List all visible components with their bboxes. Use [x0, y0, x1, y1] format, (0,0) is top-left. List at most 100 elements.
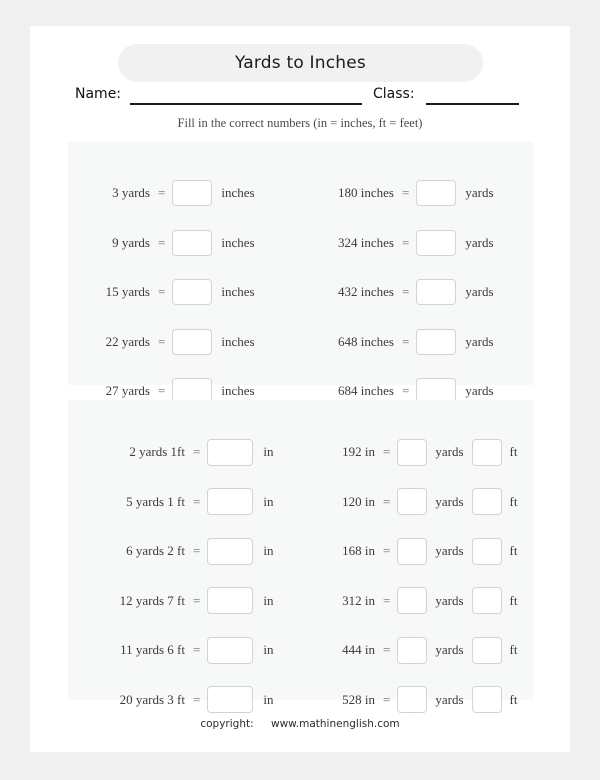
equals-sign: =: [158, 185, 166, 200]
table-row: 12 yards 7 ft = in 312 in = yards ft: [68, 587, 533, 614]
exercise-item: 648 inches = yards: [296, 328, 533, 355]
class-label: Class:: [373, 86, 415, 102]
table-row: 2 yards 1ft = in 192 in = yards ft: [68, 438, 533, 466]
exercise-item: 444 in = yards ft: [303, 636, 533, 664]
answer-box-feet[interactable]: [471, 686, 502, 713]
equals-sign: =: [158, 383, 166, 398]
unit-label-yards: yards: [435, 493, 464, 509]
table-row: 15 yards = inches 432 inches = yards: [68, 279, 533, 305]
exercise-item: 168 in = yards ft: [303, 537, 533, 565]
unit-label-feet: ft: [509, 642, 518, 657]
unit-label: yards: [465, 234, 494, 250]
answer-box[interactable]: [207, 636, 254, 664]
answer-box-feet[interactable]: [471, 587, 502, 614]
answer-box-feet[interactable]: [471, 636, 502, 664]
table-row: 20 yards 3 ft = in 528 in = yards ft: [68, 686, 533, 713]
answer-box-yards[interactable]: [397, 587, 428, 614]
exercise-item: 12 yards 7 ft = in: [68, 587, 303, 614]
exercise-prompt: 22 yards: [105, 333, 150, 349]
answer-box[interactable]: [207, 537, 254, 565]
class-input-line[interactable]: [426, 103, 519, 105]
worksheet-title-banner: Yards to Inches: [118, 44, 483, 82]
page-title: Yards to Inches: [235, 53, 366, 73]
exercise-item: 312 in = yards ft: [303, 587, 533, 614]
unit-label-yards: yards: [435, 691, 464, 707]
answer-box[interactable]: [172, 279, 213, 305]
answer-box-yards[interactable]: [397, 438, 428, 466]
answer-box[interactable]: [172, 328, 213, 355]
answer-box-feet[interactable]: [471, 488, 502, 515]
answer-box[interactable]: [416, 229, 457, 256]
unit-label-yards: yards: [435, 444, 464, 459]
unit-label: yards: [465, 333, 494, 349]
exercise-prompt: 192 in: [342, 444, 375, 459]
student-info-row: Name: Class:: [30, 84, 570, 110]
exercise-item: 528 in = yards ft: [303, 686, 533, 713]
answer-box[interactable]: [172, 229, 213, 256]
equals-sign: =: [193, 543, 201, 558]
unit-label: in: [263, 543, 274, 558]
equals-sign: =: [402, 333, 410, 349]
equals-sign: =: [383, 444, 391, 459]
footer: copyright: www.mathinenglish.com: [30, 718, 570, 730]
exercise-item: 3 yards = inches: [72, 180, 300, 206]
exercise-item: 432 inches = yards: [296, 279, 533, 305]
equals-sign: =: [158, 234, 166, 250]
table-row: 5 yards 1 ft = in 120 in = yards ft: [68, 488, 533, 515]
unit-label: yards: [465, 284, 494, 299]
exercise-item: 20 yards 3 ft = in: [68, 686, 303, 713]
exercise-item: 192 in = yards ft: [303, 438, 533, 466]
exercise-item: 15 yards = inches: [72, 279, 300, 305]
exercise-prompt: 15 yards: [105, 284, 150, 299]
answer-box-yards[interactable]: [397, 537, 428, 565]
equals-sign: =: [402, 185, 410, 200]
equals-sign: =: [383, 642, 391, 657]
equals-sign: =: [193, 444, 201, 459]
unit-label-feet: ft: [509, 691, 518, 707]
name-label: Name:: [75, 86, 122, 102]
exercise-item: 120 in = yards ft: [303, 488, 533, 515]
exercise-section-2: 2 yards 1ft = in 192 in = yards ft 5 yards 1 ft…: [68, 400, 533, 713]
copyright-label: copyright:: [200, 718, 254, 730]
exercise-prompt: 5 yards 1 ft: [126, 493, 185, 509]
unit-label: in: [263, 691, 274, 707]
exercise-prompt: 27 yards: [105, 383, 150, 398]
answer-box-feet[interactable]: [471, 438, 502, 466]
exercise-item: 2 yards 1ft = in: [68, 438, 303, 466]
unit-label: inches: [221, 284, 255, 299]
exercise-prompt: 20 yards 3 ft: [119, 691, 185, 707]
unit-label: in: [263, 642, 274, 657]
exercise-prompt: 324 inches: [338, 234, 394, 250]
answer-box[interactable]: [207, 587, 254, 614]
equals-sign: =: [158, 333, 166, 349]
equals-sign: =: [383, 691, 391, 707]
answer-box[interactable]: [416, 180, 457, 206]
unit-label-yards: yards: [435, 543, 464, 558]
unit-label-yards: yards: [435, 592, 464, 608]
table-row: 11 yards 6 ft = in 444 in = yards ft: [68, 636, 533, 664]
answer-box[interactable]: [172, 180, 213, 206]
answer-box-yards[interactable]: [397, 636, 428, 664]
answer-box-yards[interactable]: [397, 686, 428, 713]
exercise-prompt: 168 in: [342, 543, 375, 558]
website-url: www.mathinenglish.com: [270, 718, 400, 730]
exercise-prompt: 684 inches: [338, 383, 394, 398]
equals-sign: =: [158, 284, 166, 299]
exercise-item: 324 inches = yards: [296, 229, 533, 256]
exercise-prompt: 312 in: [342, 592, 375, 608]
equals-sign: =: [383, 592, 391, 608]
unit-label-feet: ft: [509, 543, 518, 558]
answer-box-feet[interactable]: [471, 537, 502, 565]
equals-sign: =: [193, 592, 201, 608]
answer-box[interactable]: [416, 328, 457, 355]
exercise-item: 9 yards = inches: [72, 229, 300, 256]
answer-box[interactable]: [416, 279, 457, 305]
unit-label-yards: yards: [435, 642, 464, 657]
answer-box[interactable]: [207, 686, 254, 713]
answer-box-yards[interactable]: [397, 488, 428, 515]
answer-box[interactable]: [207, 488, 254, 515]
exercise-prompt: 120 in: [342, 493, 375, 509]
answer-box[interactable]: [207, 438, 254, 466]
worksheet-page: Yards to Inches Name: Class: Fill in the…: [30, 26, 570, 752]
name-input-line[interactable]: [130, 103, 362, 105]
